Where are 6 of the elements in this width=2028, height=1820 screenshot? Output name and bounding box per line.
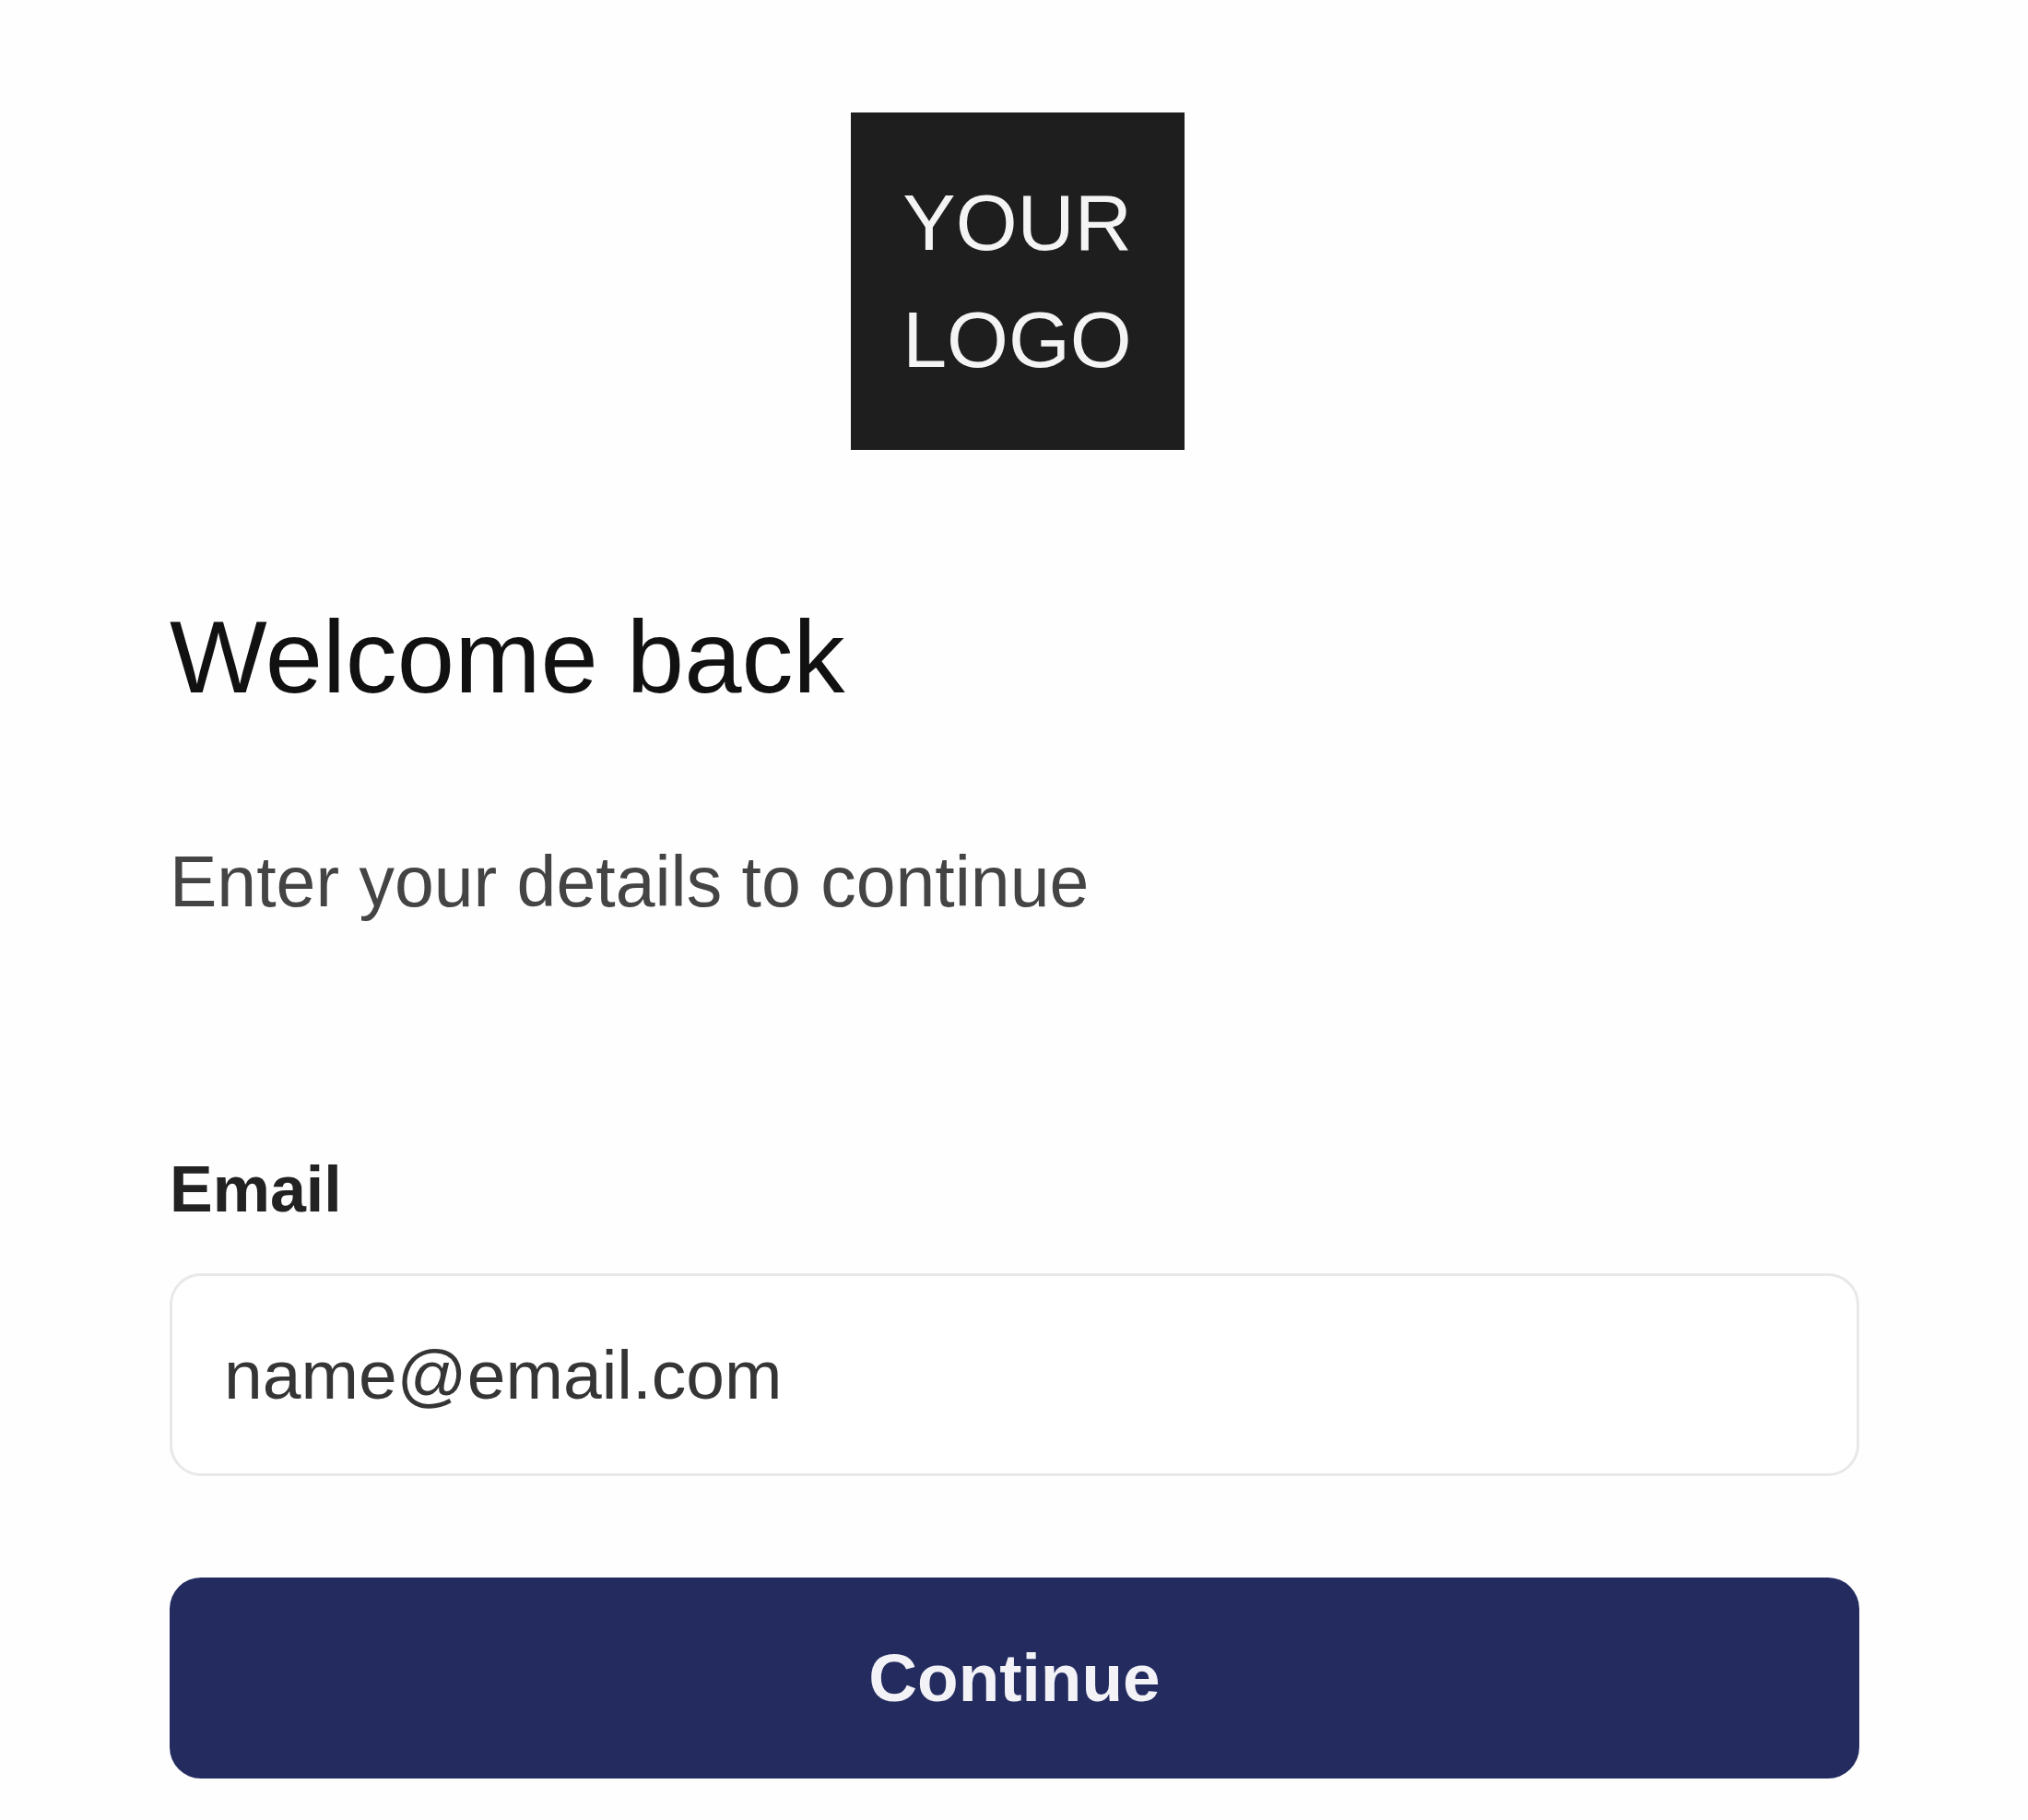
logo: YOUR LOGO xyxy=(850,112,1185,450)
email-label: Email xyxy=(170,1152,342,1227)
subtitle-text: Enter your details to continue xyxy=(170,841,1090,924)
welcome-heading: Welcome back xyxy=(170,598,845,716)
email-input[interactable]: name@email.com xyxy=(170,1272,1859,1476)
continue-button[interactable]: Continue xyxy=(170,1577,1859,1779)
